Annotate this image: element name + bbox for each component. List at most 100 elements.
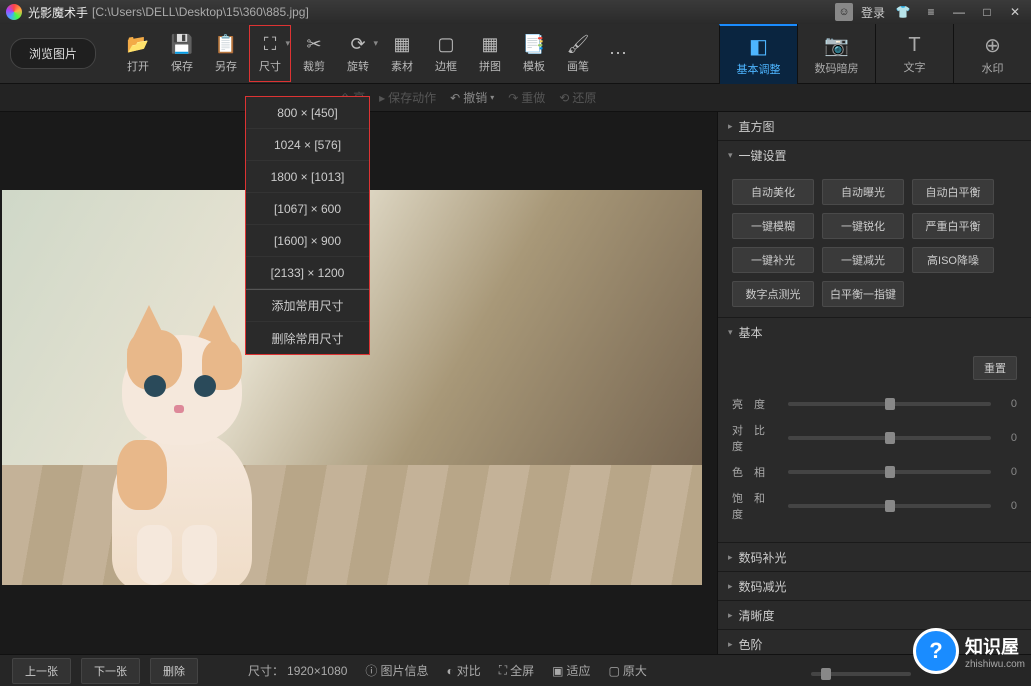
tab-数码暗房[interactable]: 📷数码暗房 [797, 24, 875, 84]
size-option[interactable]: 删除常用尺寸 [246, 322, 369, 354]
section-清晰度[interactable]: ▸清晰度 [718, 601, 1031, 629]
save-action[interactable]: ▸保存动作 [379, 89, 436, 106]
preset-button[interactable]: 自动白平衡 [912, 179, 994, 205]
original-size-button[interactable]: ▢ 原大 [609, 662, 647, 679]
login-avatar-icon[interactable]: ☺ [835, 3, 853, 21]
slider-thumb[interactable] [885, 432, 895, 444]
menu-button[interactable]: ≡ [921, 3, 941, 21]
preset-button[interactable]: 一键锐化 [822, 213, 904, 239]
tab-icon: 📷 [824, 33, 849, 58]
preset-button[interactable]: 高ISO降噪 [912, 247, 994, 273]
tool-旋转[interactable]: ⟳旋转▾ [336, 24, 380, 83]
tool-拼图[interactable]: ▦拼图 [468, 24, 512, 83]
tool-画笔[interactable]: 🖌画笔 [556, 24, 600, 83]
fit-button[interactable]: ▣ 适应 [552, 662, 590, 679]
slider-track[interactable] [788, 470, 991, 474]
undo-action[interactable]: ↶撤销▾ [450, 89, 494, 106]
tab-水印[interactable]: ⊕水印 [953, 24, 1031, 84]
slider-track[interactable] [788, 402, 991, 406]
slider-value: 0 [999, 432, 1017, 444]
preset-button[interactable]: 自动曝光 [822, 179, 904, 205]
tab-文字[interactable]: T文字 [875, 24, 953, 84]
preset-button[interactable]: 自动美化 [732, 179, 814, 205]
fullscreen-button[interactable]: ⛶ 全屏 [499, 662, 534, 679]
tool-尺寸[interactable]: ⛶尺寸▾ [248, 24, 292, 83]
chevron-down-icon: ▾ [285, 38, 290, 49]
skin-button[interactable]: 👕 [893, 3, 913, 21]
slider-thumb[interactable] [885, 398, 895, 410]
delete-button[interactable]: 删除 [150, 658, 198, 684]
file-path: [C:\Users\DELL\Desktop\15\360\885.jpg] [92, 5, 835, 19]
tool-素材[interactable]: ▦素材 [380, 24, 424, 83]
watermark-badge: ? 知识屋zhishiwu.com [913, 628, 1025, 674]
browse-button[interactable]: 浏览图片 [10, 38, 96, 69]
tool-icon: ✂ [306, 34, 321, 56]
close-button[interactable]: ✕ [1005, 3, 1025, 21]
tool-icon: ▢ [438, 34, 455, 56]
slider-track[interactable] [788, 504, 991, 508]
statusbar: 上一张 下一张 删除 尺寸：1920×1080 ⓘ 图片信息 ◐ 对比 ⛶ 全屏… [0, 654, 1031, 686]
zoom-slider[interactable] [811, 672, 911, 676]
tool-icon: 📂 [127, 34, 149, 56]
redo-action[interactable]: ↷重做 [508, 89, 545, 106]
tool-more[interactable]: ⋯ [600, 24, 636, 83]
size-info: 尺寸：1920×1080 [248, 662, 347, 679]
size-option[interactable]: 添加常用尺寸 [246, 290, 369, 322]
image-info-button[interactable]: ⓘ 图片信息 [365, 662, 428, 679]
tool-裁剪[interactable]: ✂裁剪 [292, 24, 336, 83]
next-button[interactable]: 下一张 [81, 658, 140, 684]
size-option[interactable]: [2133] × 1200 [246, 257, 369, 289]
tool-保存[interactable]: 💾保存 [160, 24, 204, 83]
size-option[interactable]: 1024 × [576] [246, 129, 369, 161]
size-option[interactable]: [1067] × 600 [246, 193, 369, 225]
size-option[interactable]: 800 × [450] [246, 97, 369, 129]
size-option[interactable]: [1600] × 900 [246, 225, 369, 257]
slider-thumb[interactable] [885, 500, 895, 512]
preset-button[interactable]: 一键补光 [732, 247, 814, 273]
app-logo-icon [6, 4, 22, 20]
slider-value: 0 [999, 466, 1017, 478]
chevron-down-icon: ▾ [373, 38, 378, 49]
tab-icon: ⊕ [984, 33, 1001, 58]
secondary-bar: ⇪享 ▸保存动作 ↶撤销▾ ↷重做 ⟲还原 [0, 84, 1031, 112]
compare-button[interactable]: ◐ 对比 [446, 662, 480, 679]
tool-icon: ⛶ [264, 34, 277, 56]
slider-value: 0 [999, 398, 1017, 410]
preset-button[interactable]: 严重白平衡 [912, 213, 994, 239]
restore-action[interactable]: ⟲还原 [559, 89, 596, 106]
section-数码补光[interactable]: ▸数码补光 [718, 543, 1031, 571]
tool-icon: 🖌 [567, 34, 590, 56]
maximize-button[interactable]: □ [977, 3, 997, 21]
slider-thumb[interactable] [885, 466, 895, 478]
reset-button[interactable]: 重置 [973, 356, 1017, 380]
section-basic[interactable]: ▾基本 [718, 318, 1031, 346]
size-dropdown: 800 × [450]1024 × [576]1800 × [1013][106… [245, 96, 370, 355]
prev-button[interactable]: 上一张 [12, 658, 71, 684]
section-oneclick[interactable]: ▾一键设置 [718, 141, 1031, 169]
preset-button[interactable]: 白平衡一指键 [822, 281, 904, 307]
tool-另存[interactable]: 📋另存 [204, 24, 248, 83]
section-histogram[interactable]: ▸直方图 [718, 112, 1031, 140]
tool-模板[interactable]: 📑模板 [512, 24, 556, 83]
slider-value: 0 [999, 500, 1017, 512]
slider-track[interactable] [788, 436, 991, 440]
slider-row: 色 相0 [732, 464, 1017, 480]
app-name: 光影魔术手 [28, 4, 88, 21]
tool-边框[interactable]: ▢边框 [424, 24, 468, 83]
preset-button[interactable]: 一键模糊 [732, 213, 814, 239]
slider-label: 对 比 度 [732, 422, 780, 454]
minimize-button[interactable]: — [949, 3, 969, 21]
login-link[interactable]: 登录 [861, 4, 885, 21]
tab-icon: ◧ [749, 34, 768, 59]
tab-基本调整[interactable]: ◧基本调整 [719, 24, 797, 84]
size-option[interactable]: 1800 × [1013] [246, 161, 369, 193]
tool-icon: ⟳ [350, 34, 365, 56]
slider-label: 亮 度 [732, 396, 780, 412]
preset-button[interactable]: 一键减光 [822, 247, 904, 273]
section-数码减光[interactable]: ▸数码减光 [718, 572, 1031, 600]
tool-icon: 💾 [171, 34, 193, 56]
tab-icon: T [908, 34, 920, 57]
preset-button[interactable]: 数字点测光 [732, 281, 814, 307]
tool-打开[interactable]: 📂打开 [116, 24, 160, 83]
badge-icon: ? [913, 628, 959, 674]
